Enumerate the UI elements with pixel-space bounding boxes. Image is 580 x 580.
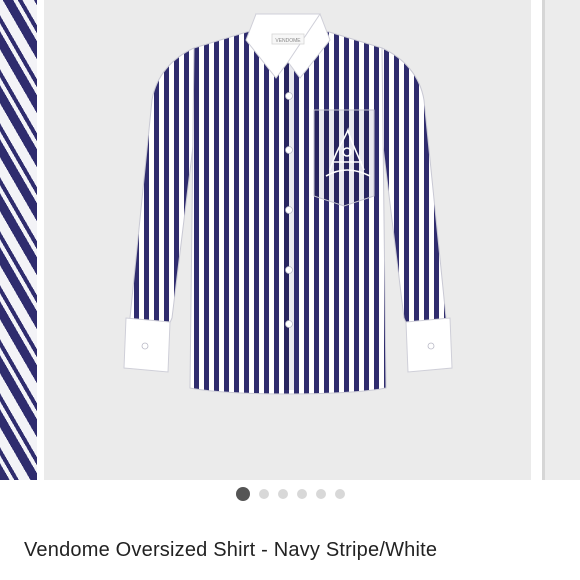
product-title: Vendome Oversized Shirt - Navy Stripe/Wh… xyxy=(24,539,438,561)
image-carousel[interactable]: VENDOME xyxy=(0,0,580,480)
carousel-pagination xyxy=(0,486,580,502)
carousel-dot-5[interactable] xyxy=(315,489,326,499)
carousel-dot-3[interactable] xyxy=(277,489,288,499)
carousel-dot-2[interactable] xyxy=(258,489,269,499)
carousel-dot-6[interactable] xyxy=(334,489,345,499)
shirt-placket xyxy=(284,60,294,390)
fabric-stripe-pattern xyxy=(0,0,37,480)
left-sleeve xyxy=(129,47,195,337)
previous-image-fabric-closeup[interactable] xyxy=(0,0,37,480)
next-image-preview[interactable] xyxy=(542,0,580,480)
shirt-image: VENDOME xyxy=(123,13,453,395)
carousel-dot-4[interactable] xyxy=(296,489,307,499)
carousel-dot-1[interactable] xyxy=(235,487,250,501)
chest-pocket xyxy=(313,109,375,207)
collar-label-text: VENDOME xyxy=(275,38,301,44)
product-image[interactable]: VENDOME xyxy=(44,0,531,480)
next-image-edge xyxy=(542,0,545,480)
right-sleeve xyxy=(381,47,447,337)
